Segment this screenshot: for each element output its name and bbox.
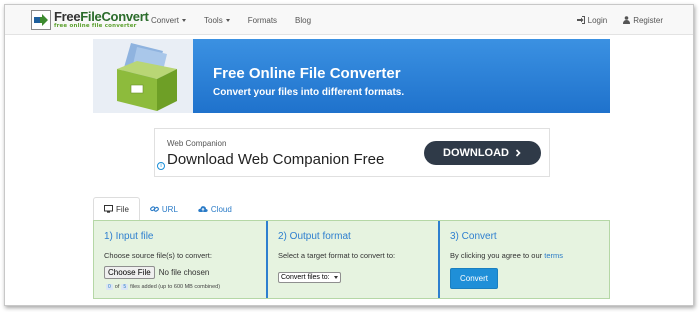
site-logo[interactable]: FreeFileConvert free online file convert… [31,9,149,31]
link-icon [150,206,159,212]
step-title: 2) Output format [278,231,351,242]
logo-icon [31,10,51,30]
banner-subtitle: Convert your files into different format… [213,87,405,98]
output-format-select[interactable]: Convert files to: [278,272,341,283]
register-link[interactable]: Register [623,16,663,25]
nav-convert[interactable]: Convert [151,16,187,25]
tab-file[interactable]: File [93,197,140,221]
step-title: 1) Input file [104,231,154,242]
ad-download-button[interactable]: DOWNLOAD [424,141,541,165]
ad-headline[interactable]: Download Web Companion Free [167,151,384,168]
login-link[interactable]: Login [576,16,607,25]
chevron-down-icon [182,18,187,22]
source-tabs: File URL Cloud [93,197,242,221]
file-status: No file chosen [158,268,210,277]
terms-notice: By clicking you agree to our terms [450,251,563,260]
banner-illustration [93,39,193,113]
file-box-icon [117,43,177,111]
step-input-file: 1) Input file Choose source file(s) to c… [94,221,266,298]
choose-file-button[interactable]: Choose File [104,266,155,279]
tab-cloud[interactable]: Cloud [188,197,242,221]
top-navbar: FreeFileConvert free online file convert… [5,5,693,35]
banner-title: Free Online File Converter [213,65,401,82]
account-nav: Login Register [561,5,663,35]
step-instruction: Choose source file(s) to convert: [104,251,212,260]
nav-tools[interactable]: Tools [204,16,230,25]
convert-button[interactable]: Convert [450,268,499,289]
step-instruction: Select a target format to convert to: [278,251,396,260]
cloud-icon [198,206,208,212]
browser-frame: FreeFileConvert free online file convert… [4,4,694,306]
conversion-panel: 1) Input file Choose source file(s) to c… [93,220,610,299]
hero-banner: Free Online File Converter Convert your … [93,39,610,113]
logo-tagline: free online file converter [54,23,137,30]
main-nav: Convert Tools Formats Blog [151,5,329,35]
chevron-down-icon [333,276,338,279]
nav-formats[interactable]: Formats [248,16,277,25]
advertisement[interactable]: Web Companion Download Web Companion Fre… [154,128,550,177]
files-count-max: 5 [121,284,129,290]
user-icon [623,16,631,24]
terms-link[interactable]: terms [544,251,563,260]
ad-sponsor: Web Companion [167,139,227,148]
step-convert: 3) Convert By clicking you agree to our … [438,221,609,298]
step-output-format: 2) Output format Select a target format … [266,221,438,298]
tab-url[interactable]: URL [140,197,188,221]
login-icon [576,16,585,24]
chevron-right-icon [515,149,521,157]
files-count-current: 0 [106,284,113,290]
ad-info-icon[interactable]: i [157,162,165,170]
files-counter: 0 of 5 files added (up to 600 MB combine… [106,284,221,290]
files-limit-text: files added (up to 600 MB combined) [130,284,221,290]
nav-blog[interactable]: Blog [295,16,311,25]
monitor-icon [104,205,113,213]
step-title: 3) Convert [450,231,497,242]
logo-name: FreeFileConvert [54,9,149,25]
chevron-down-icon [225,18,230,22]
